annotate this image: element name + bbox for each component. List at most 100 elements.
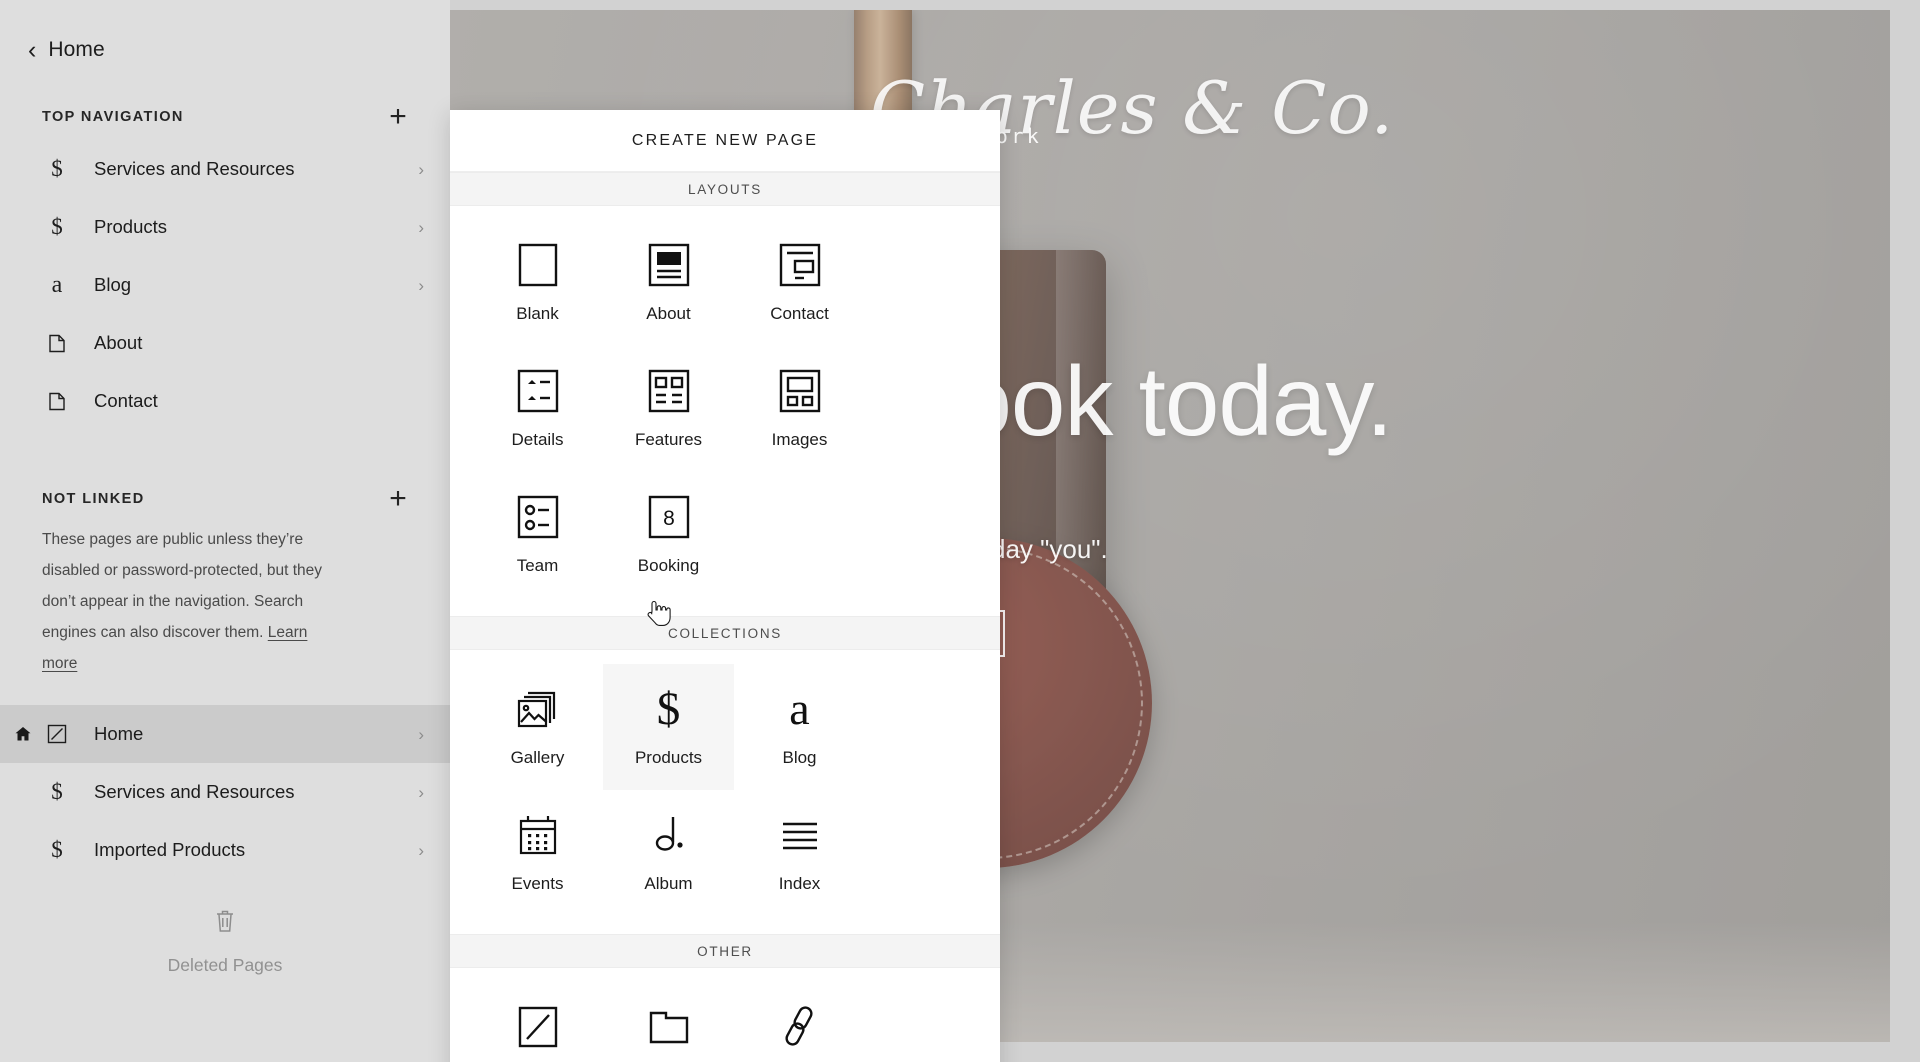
page-type-features[interactable]: Features bbox=[603, 346, 734, 472]
home-indicator-icon bbox=[14, 725, 32, 743]
group-heading-collections: COLLECTIONS bbox=[450, 616, 1000, 650]
section-title: TOP NAVIGATION bbox=[42, 109, 184, 125]
page-icon bbox=[42, 391, 72, 412]
features-layout-icon bbox=[648, 368, 690, 414]
page-type-folder[interactable]: Folder bbox=[603, 982, 734, 1062]
pages-sidebar: ‹ Home TOP NAVIGATION + $ Services and R… bbox=[0, 0, 450, 1062]
deleted-pages-label: Deleted Pages bbox=[167, 955, 283, 975]
sidebar-item-contact[interactable]: Contact bbox=[0, 372, 450, 430]
back-to-home-button[interactable]: ‹ Home bbox=[0, 0, 450, 72]
group-heading-layouts: LAYOUTS bbox=[450, 172, 1000, 206]
collections-grid: Gallery $ Products a Blog Events Album I… bbox=[450, 650, 1000, 934]
page-type-label: About bbox=[646, 304, 691, 323]
sidebar-item-label: Imported Products bbox=[94, 839, 246, 860]
sidebar-item-services-and-resources[interactable]: $ Services and Resources › bbox=[0, 140, 450, 198]
sidebar-item-label: Contact bbox=[94, 390, 158, 411]
index-lines-icon bbox=[779, 812, 821, 858]
music-note-icon bbox=[649, 812, 689, 858]
svg-text:8: 8 bbox=[663, 507, 675, 530]
sidebar-item-label: Products bbox=[94, 216, 168, 237]
sidebar-item-label: About bbox=[94, 332, 143, 353]
sidebar-item-imported-products[interactable]: $ Imported Products › bbox=[0, 821, 450, 879]
page-type-team[interactable]: Team bbox=[472, 472, 603, 598]
page-type-booking[interactable]: 8 Booking bbox=[603, 472, 734, 598]
not-linked-description: These pages are public unless they’re di… bbox=[0, 522, 380, 679]
gallery-stack-icon bbox=[516, 686, 560, 732]
page-type-index[interactable]: Index bbox=[734, 790, 865, 916]
chevron-right-icon: › bbox=[418, 159, 424, 179]
page-type-label: Gallery bbox=[510, 748, 565, 767]
sidebar-item-label: Services and Resources bbox=[94, 781, 295, 802]
page-type-label: Contact bbox=[770, 304, 829, 323]
dollar-icon: $ bbox=[51, 837, 63, 862]
folder-icon bbox=[647, 1004, 691, 1050]
link-chain-icon bbox=[780, 1004, 820, 1050]
sidebar-item-home[interactable]: Home › bbox=[0, 705, 450, 763]
page-type-label: Images bbox=[771, 430, 828, 449]
team-layout-icon bbox=[517, 494, 559, 540]
page-type-label: Blank bbox=[516, 304, 559, 323]
blog-a-icon: a bbox=[789, 683, 810, 734]
modal-title: CREATE NEW PAGE bbox=[450, 110, 1000, 172]
dollar-icon: $ bbox=[656, 682, 681, 735]
create-new-page-modal: CREATE NEW PAGE LAYOUTS Blank About Cont… bbox=[450, 110, 1000, 1062]
group-heading-other: OTHER bbox=[450, 934, 1000, 968]
page-type-details[interactable]: Details bbox=[472, 346, 603, 472]
page-type-label: Features bbox=[634, 430, 703, 449]
chevron-right-icon: › bbox=[418, 275, 424, 295]
page-type-cover-page[interactable]: Cover Page bbox=[472, 982, 603, 1062]
page-type-label: Products bbox=[634, 748, 703, 767]
cover-page-icon bbox=[517, 1004, 559, 1050]
chevron-right-icon: › bbox=[418, 724, 424, 744]
about-layout-icon bbox=[648, 242, 690, 288]
page-type-about[interactable]: About bbox=[603, 220, 734, 346]
cover-page-icon bbox=[42, 723, 72, 745]
page-type-link[interactable]: Link bbox=[734, 982, 865, 1062]
deleted-pages-button[interactable]: Deleted Pages bbox=[0, 908, 450, 1062]
page-type-contact[interactable]: Contact bbox=[734, 220, 865, 346]
page-type-events[interactable]: Events bbox=[472, 790, 603, 916]
chevron-right-icon: › bbox=[418, 782, 424, 802]
sidebar-item-services-and-resources-unlinked[interactable]: $ Services and Resources › bbox=[0, 763, 450, 821]
section-header-top-navigation: TOP NAVIGATION + bbox=[0, 94, 450, 140]
sidebar-item-products[interactable]: $ Products › bbox=[0, 198, 450, 256]
page-type-gallery[interactable]: Gallery bbox=[472, 664, 603, 790]
page-type-blog[interactable]: a Blog bbox=[734, 664, 865, 790]
booking-eight-icon: 8 bbox=[648, 494, 690, 540]
page-type-label: Blog bbox=[782, 748, 817, 767]
page-type-label: Team bbox=[516, 556, 559, 575]
chevron-left-icon: ‹ bbox=[28, 35, 37, 64]
page-type-blank[interactable]: Blank bbox=[472, 220, 603, 346]
app-root: ‹ Home TOP NAVIGATION + $ Services and R… bbox=[0, 0, 1920, 1062]
trash-icon bbox=[214, 908, 236, 939]
page-type-label: Album bbox=[644, 874, 693, 893]
sidebar-item-label: Services and Resources bbox=[94, 158, 295, 179]
page-icon bbox=[42, 333, 72, 354]
chevron-right-icon: › bbox=[418, 217, 424, 237]
page-type-label: Events bbox=[511, 874, 564, 893]
section-header-not-linked: NOT LINKED + bbox=[0, 476, 450, 522]
page-type-images[interactable]: Images bbox=[734, 346, 865, 472]
calendar-icon bbox=[517, 812, 559, 858]
chevron-right-icon: › bbox=[418, 840, 424, 860]
images-layout-icon bbox=[779, 368, 821, 414]
dollar-icon: $ bbox=[51, 779, 63, 804]
details-layout-icon bbox=[517, 368, 559, 414]
sidebar-item-blog[interactable]: a Blog › bbox=[0, 256, 450, 314]
layouts-grid: Blank About Contact Details Features Ima… bbox=[450, 206, 1000, 616]
sidebar-item-about[interactable]: About bbox=[0, 314, 450, 372]
plus-icon[interactable]: + bbox=[384, 102, 412, 132]
plus-icon[interactable]: + bbox=[384, 484, 412, 514]
dollar-icon: $ bbox=[51, 214, 63, 239]
other-grid: Cover Page Folder Link bbox=[450, 968, 1000, 1062]
page-type-label: Booking bbox=[637, 556, 700, 575]
sidebar-item-label: Home bbox=[94, 723, 144, 744]
sidebar-item-label: Blog bbox=[94, 274, 132, 295]
page-type-products[interactable]: $ Products bbox=[603, 664, 734, 790]
page-type-album[interactable]: Album bbox=[603, 790, 734, 916]
dollar-icon: $ bbox=[51, 156, 63, 181]
back-label: Home bbox=[48, 38, 105, 61]
blog-a-icon: a bbox=[51, 271, 63, 298]
section-title: NOT LINKED bbox=[42, 491, 145, 507]
